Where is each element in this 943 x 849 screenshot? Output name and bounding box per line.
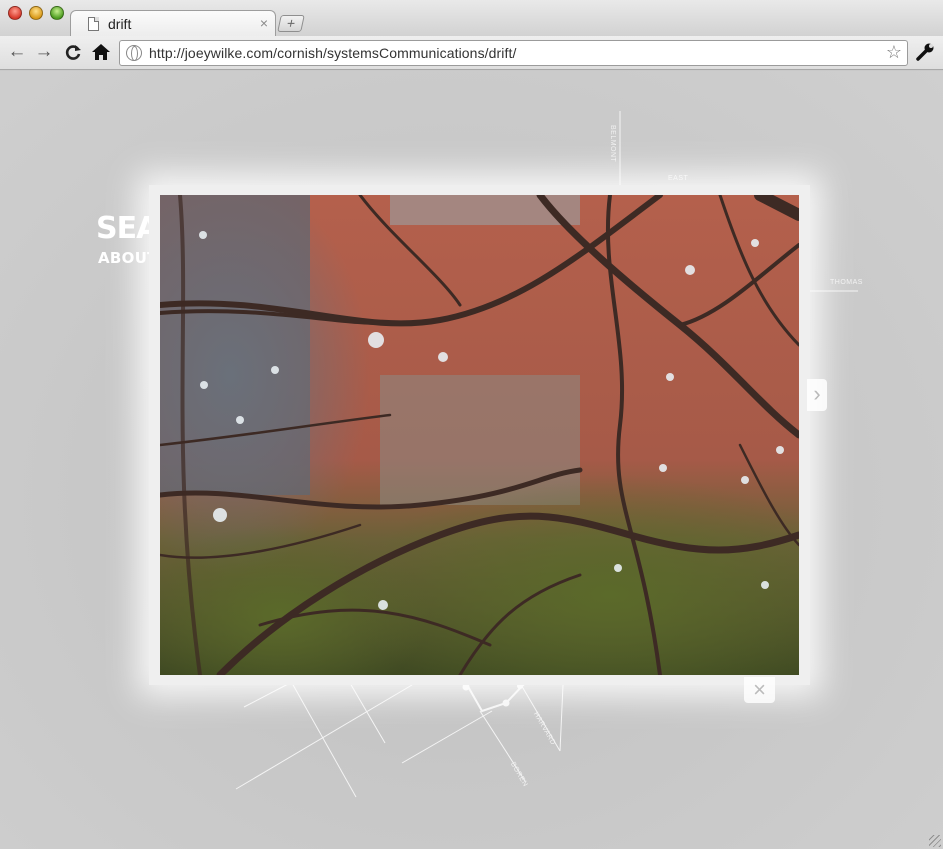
toolbar: ← → http://joeywilke.com/cornish/systems… bbox=[0, 36, 943, 70]
street-label: EAST bbox=[668, 175, 689, 182]
resize-grip[interactable] bbox=[929, 835, 941, 847]
globe-icon bbox=[126, 45, 142, 61]
title-bar: drift × + bbox=[0, 0, 943, 37]
back-button[interactable]: ← bbox=[6, 41, 28, 63]
zoom-window-button[interactable] bbox=[50, 6, 64, 20]
address-bar[interactable]: http://joeywilke.com/cornish/systemsComm… bbox=[119, 40, 908, 66]
street-label: THOMAS bbox=[830, 279, 863, 286]
tab-title: drift bbox=[108, 16, 132, 32]
page-icon bbox=[88, 17, 99, 31]
next-photo-button[interactable]: › bbox=[807, 379, 827, 411]
page-content: BELMONT THOMAS HARVARD BOREN EAST SEAT A… bbox=[0, 71, 943, 849]
photo-lightbox bbox=[149, 185, 810, 685]
url-text[interactable]: http://joeywilke.com/cornish/systemsComm… bbox=[149, 45, 517, 61]
new-tab-button[interactable]: + bbox=[277, 15, 305, 32]
minimize-window-button[interactable] bbox=[29, 6, 43, 20]
close-lightbox-button[interactable]: × bbox=[744, 677, 775, 703]
forward-button[interactable]: → bbox=[33, 41, 55, 63]
street-label: BELMONT bbox=[609, 125, 616, 163]
home-icon bbox=[92, 44, 110, 60]
home-button[interactable] bbox=[90, 41, 112, 63]
tab-drift[interactable]: drift × bbox=[70, 10, 276, 37]
reload-button[interactable] bbox=[62, 41, 84, 63]
browser-window: drift × + ← → http://joeywilke.com/corni… bbox=[0, 0, 943, 849]
close-window-button[interactable] bbox=[8, 6, 22, 20]
wrench-icon[interactable] bbox=[914, 41, 936, 63]
photo-branches-raindrops bbox=[160, 195, 799, 675]
bookmark-star-icon[interactable]: ☆ bbox=[886, 42, 902, 63]
tab-close-icon[interactable]: × bbox=[260, 15, 268, 31]
reload-icon bbox=[65, 45, 81, 60]
